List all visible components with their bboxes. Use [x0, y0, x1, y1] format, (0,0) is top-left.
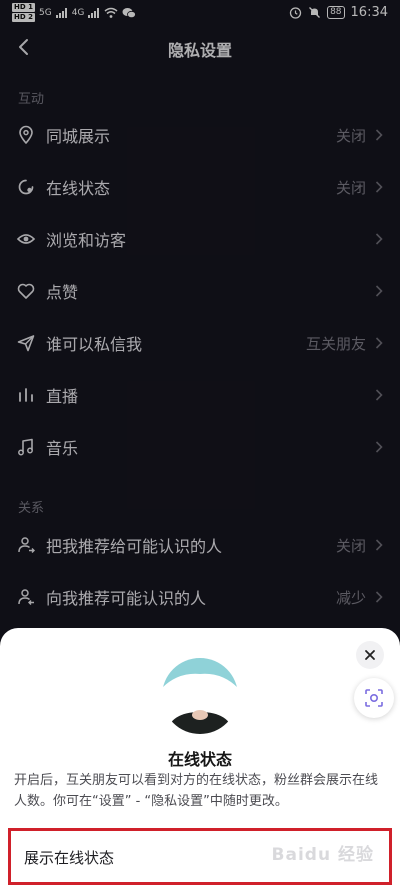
sheet-title: 在线状态	[167, 750, 232, 769]
close-icon	[365, 650, 375, 660]
show-online-status-label[interactable]: 展示在线状态	[24, 847, 114, 868]
close-button[interactable]	[356, 641, 384, 669]
scan-icon	[365, 689, 383, 707]
screenshot-scan-button[interactable]	[354, 678, 394, 718]
watermark: Baidu 经验	[271, 845, 374, 865]
avatar	[162, 658, 238, 734]
online-status-sheet: 在线状态 开启后，互关朋友可以看到对方的在线状态，粉丝群会展示在线人数。你可在“…	[0, 628, 400, 888]
sheet-description: 开启后，互关朋友可以看到对方的在线状态，粉丝群会展示在线人数。你可在“设置” -…	[14, 773, 379, 809]
avatar-illustration	[162, 658, 238, 734]
